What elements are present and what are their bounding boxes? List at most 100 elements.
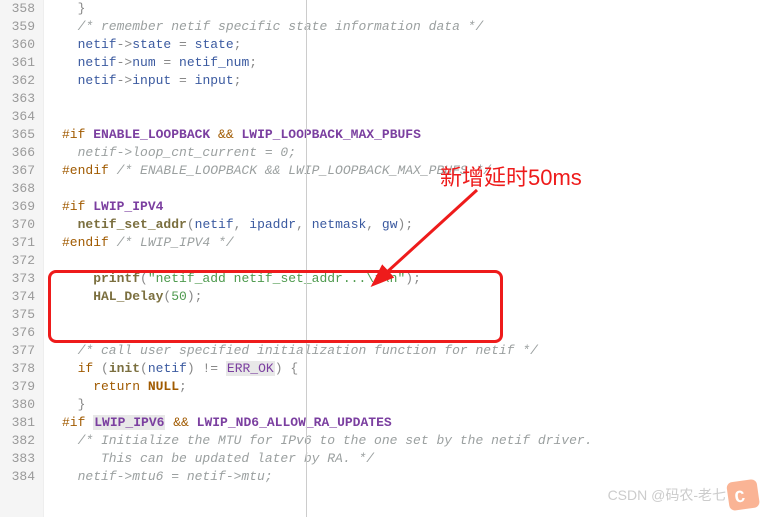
line-number: 381: [0, 414, 35, 432]
token: ;: [179, 379, 187, 394]
code-line[interactable]: /* Initialize the MTU for IPv6 to the on…: [62, 432, 766, 450]
code-line[interactable]: printf("netif_add netif_set_addr...\r\n"…: [62, 270, 766, 288]
token: input: [132, 73, 171, 88]
line-number: 376: [0, 324, 35, 342]
token: netif->mtu6 = netif->mtu;: [62, 469, 273, 484]
code-line[interactable]: netif_set_addr(netif, ipaddr, netmask, g…: [62, 216, 766, 234]
token: &&: [210, 127, 241, 142]
token: );: [187, 289, 203, 304]
code-line[interactable]: netif->mtu6 = netif->mtu;: [62, 468, 766, 486]
token: gw: [382, 217, 398, 232]
line-number: 361: [0, 54, 35, 72]
token: state: [195, 37, 234, 52]
code-line[interactable]: This can be updated later by RA. */: [62, 450, 766, 468]
token: netif: [62, 73, 117, 88]
line-number: 370: [0, 216, 35, 234]
line-number: 374: [0, 288, 35, 306]
code-line[interactable]: }: [62, 0, 766, 18]
code-line[interactable]: HAL_Delay(50);: [62, 288, 766, 306]
token: input: [195, 73, 234, 88]
token: HAL_Delay: [62, 289, 163, 304]
line-number: 383: [0, 450, 35, 468]
code-line[interactable]: [62, 324, 766, 342]
line-number: 364: [0, 108, 35, 126]
token: netmask: [312, 217, 367, 232]
code-line[interactable]: [62, 252, 766, 270]
code-line[interactable]: [62, 306, 766, 324]
token: #if: [62, 199, 93, 214]
code-line[interactable]: netif->input = input;: [62, 72, 766, 90]
token: =: [156, 55, 179, 70]
token: ,: [234, 217, 250, 232]
token: ,: [296, 217, 312, 232]
line-number: 379: [0, 378, 35, 396]
token: netif_set_addr: [62, 217, 187, 232]
line-number: 367: [0, 162, 35, 180]
code-line[interactable]: #endif /* ENABLE_LOOPBACK && LWIP_LOOPBA…: [62, 162, 766, 180]
token: netif: [62, 37, 117, 52]
annotation-text: 新增延时50ms: [440, 160, 582, 192]
token: ->: [117, 73, 133, 88]
token: netif_num: [179, 55, 249, 70]
code-line[interactable]: #endif /* LWIP_IPV4 */: [62, 234, 766, 252]
code-editor: 3583593603613623633643653663673683693703…: [0, 0, 766, 517]
token: ;: [234, 37, 242, 52]
token: =: [171, 73, 194, 88]
code-line[interactable]: [62, 108, 766, 126]
token: /* remember netif specific state informa…: [62, 19, 483, 34]
token: num: [132, 55, 155, 70]
line-number: 378: [0, 360, 35, 378]
token: LWIP_IPV6: [93, 415, 165, 430]
token: (: [140, 361, 148, 376]
line-number: 371: [0, 234, 35, 252]
token: 50: [171, 289, 187, 304]
token: /* call user specified initialization fu…: [62, 343, 538, 358]
token: );: [405, 271, 421, 286]
token: }: [62, 397, 85, 412]
token: ipaddr: [249, 217, 296, 232]
line-number: 377: [0, 342, 35, 360]
code-line[interactable]: #if LWIP_IPV4: [62, 198, 766, 216]
token: This can be updated later by RA. */: [62, 451, 374, 466]
token: #endif: [62, 235, 117, 250]
code-line[interactable]: /* call user specified initialization fu…: [62, 342, 766, 360]
line-number: 384: [0, 468, 35, 486]
code-line[interactable]: }: [62, 396, 766, 414]
code-line[interactable]: netif->num = netif_num;: [62, 54, 766, 72]
token: init: [109, 361, 140, 376]
token: "netif_add netif_set_addr...\r\n": [148, 271, 405, 286]
token: if: [62, 361, 101, 376]
code-line[interactable]: /* remember netif specific state informa…: [62, 18, 766, 36]
line-number: 368: [0, 180, 35, 198]
line-number: 360: [0, 36, 35, 54]
token: LWIP_ND6_ALLOW_RA_UPDATES: [197, 415, 392, 430]
code-line[interactable]: if (init(netif) != ERR_OK) {: [62, 360, 766, 378]
code-line[interactable]: netif->state = state;: [62, 36, 766, 54]
line-number: 366: [0, 144, 35, 162]
line-number: 373: [0, 270, 35, 288]
token: );: [398, 217, 414, 232]
code-line[interactable]: [62, 90, 766, 108]
token: netif: [195, 217, 234, 232]
token: (: [187, 217, 195, 232]
code-line[interactable]: #if ENABLE_LOOPBACK && LWIP_LOOPBACK_MAX…: [62, 126, 766, 144]
line-number: 365: [0, 126, 35, 144]
line-number: 375: [0, 306, 35, 324]
code-line[interactable]: return NULL;: [62, 378, 766, 396]
line-number: 363: [0, 90, 35, 108]
token: &&: [165, 415, 196, 430]
column-ruler: [306, 0, 307, 517]
csdn-logo-icon: C: [726, 475, 764, 513]
token: }: [62, 1, 85, 16]
code-line[interactable]: netif->loop_cnt_current = 0;: [62, 144, 766, 162]
line-number: 372: [0, 252, 35, 270]
token: /* ENABLE_LOOPBACK && LWIP_LOOPBACK_MAX_…: [117, 163, 491, 178]
code-area[interactable]: } /* remember netif specific state infor…: [44, 0, 766, 517]
code-line[interactable]: #if LWIP_IPV6 && LWIP_ND6_ALLOW_RA_UPDAT…: [62, 414, 766, 432]
token: (: [140, 271, 148, 286]
token: /* LWIP_IPV4 */: [117, 235, 234, 250]
code-line[interactable]: [62, 180, 766, 198]
line-number: 358: [0, 0, 35, 18]
token: ERR_OK: [226, 361, 275, 376]
line-number-gutter: 3583593603613623633643653663673683693703…: [0, 0, 44, 517]
